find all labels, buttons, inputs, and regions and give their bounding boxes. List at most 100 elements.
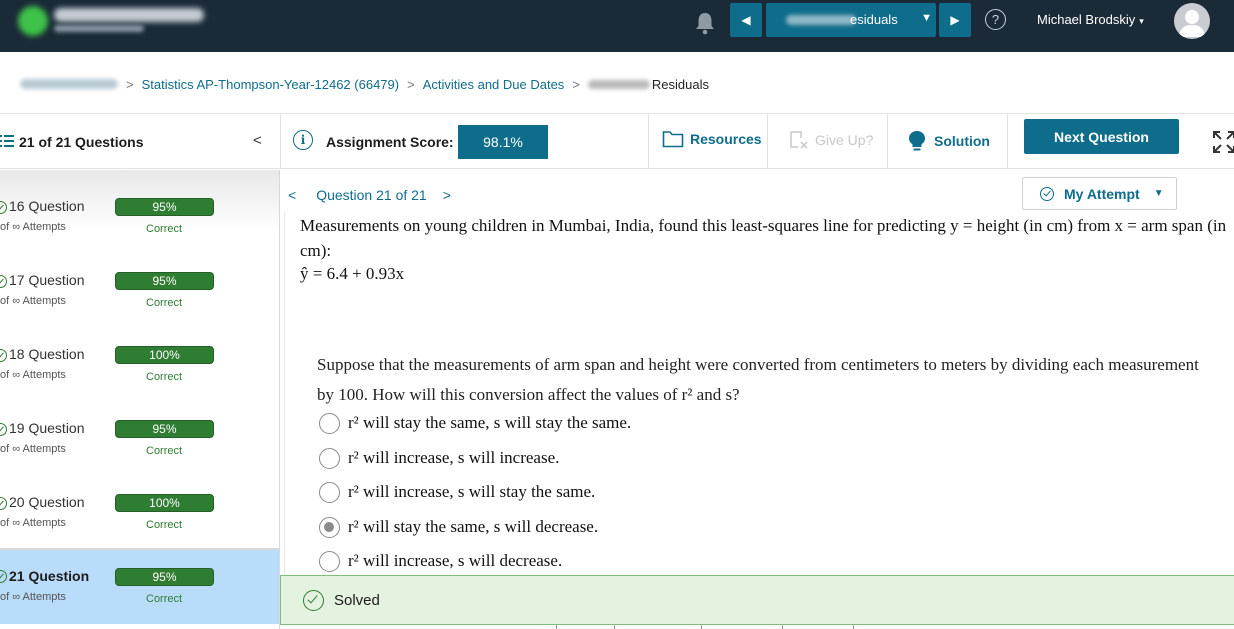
question-status: Correct (146, 519, 183, 531)
radio-button[interactable] (319, 550, 340, 572)
answer-option[interactable]: r² will increase, s will stay the same. (319, 480, 595, 504)
answer-option-text: r² will increase, s will increase. (348, 448, 560, 467)
lightbulb-icon (909, 131, 925, 151)
help-icon[interactable]: ? (985, 9, 1006, 30)
assignment-toolbar: i Assignment Score: 98.1% Resources Give… (280, 113, 1234, 169)
give-up-button[interactable]: Give Up? (789, 130, 873, 150)
answer-option-text: r² will increase, s will stay the same. (348, 482, 596, 501)
answer-option-text: r² will stay the same, s will stay the s… (348, 413, 632, 432)
breadcrumb: > Statistics AP-Thompson-Year-12462 (664… (20, 75, 709, 93)
logo-wordmark-blurred (54, 8, 204, 22)
check-circle-icon (0, 349, 7, 362)
assignment-score-label: Assignment Score: (326, 134, 454, 150)
resources-label: Resources (690, 131, 762, 147)
logo-tagline-blurred (54, 25, 144, 32)
user-name: Michael Brodskiy (1037, 12, 1136, 27)
question-title: 18 Question (9, 346, 85, 362)
previous-question-icon[interactable]: < (288, 187, 296, 203)
assignment-select[interactable]: esiduals ▼ (766, 3, 936, 37)
question-stem: Measurements on young children in Mumbai… (300, 216, 1227, 260)
bottom-tick-marks (556, 625, 856, 629)
solution-button[interactable]: Solution (908, 130, 990, 152)
question-prompt: Suppose that the measurements of arm spa… (317, 355, 1199, 404)
regression-equation: ŷ = 6.4 + 0.93x (300, 264, 405, 283)
check-circle-icon (0, 201, 7, 214)
info-icon[interactable]: i (293, 130, 313, 150)
assignment-select-label: esiduals (850, 12, 898, 27)
question-score-bar: 95% (115, 568, 214, 586)
answer-option[interactable]: r² will increase, s will decrease. (319, 549, 562, 573)
question-score-bar: 95% (115, 420, 214, 438)
my-attempt-dropdown[interactable]: My Attempt ▼ (1022, 177, 1177, 210)
next-question-button[interactable]: Next Question (1024, 119, 1179, 154)
question-position-label[interactable]: Question 21 of 21 (316, 187, 427, 203)
assignment-name-blurred (786, 15, 856, 25)
solved-status-banner: Solved (280, 575, 1234, 625)
radio-button[interactable] (319, 412, 340, 434)
user-menu[interactable]: Michael Brodskiy ▾ (1037, 12, 1144, 27)
question-title: 20 Question (9, 494, 85, 510)
answer-option-selected[interactable]: r² will stay the same, s will decrease. (319, 515, 598, 539)
breadcrumb-root-blurred[interactable] (20, 79, 118, 89)
next-assignment-button[interactable]: ▶ (939, 3, 971, 37)
toolbar-divider (1007, 114, 1008, 169)
answer-option-text: r² will stay the same, s will decrease. (348, 517, 599, 536)
question-attempts: of ∞ Attempts (0, 591, 66, 603)
question-navigator: < Question 21 of 21 > (288, 185, 451, 205)
question-title: 16 Question (9, 198, 85, 214)
breadcrumb-current-blurred (587, 79, 650, 89)
previous-assignment-button[interactable]: ◀ (730, 3, 762, 37)
question-count-title: 21 of 21 Questions (19, 134, 144, 150)
expand-fullscreen-icon[interactable] (1213, 131, 1234, 153)
breadcrumb-separator: > (126, 76, 134, 92)
chevron-down-icon: ▾ (1139, 16, 1144, 26)
check-circle-icon (303, 589, 324, 611)
my-attempt-label: My Attempt (1064, 185, 1140, 202)
caret-down-icon: ▼ (1153, 188, 1164, 199)
check-circle-icon (1040, 186, 1054, 201)
question-status: Correct (146, 593, 183, 605)
breadcrumb-separator: > (407, 76, 415, 92)
question-title: 17 Question (9, 272, 85, 288)
breadcrumb-separator: > (572, 76, 580, 92)
question-list-item-active[interactable]: 21 Question of ∞ Attempts 95% Correct (0, 548, 279, 624)
brand-logo[interactable] (18, 4, 208, 36)
radio-button[interactable] (319, 447, 340, 469)
breadcrumb-activities-link[interactable]: Activities and Due Dates (423, 77, 565, 92)
folder-icon (662, 131, 684, 148)
answer-option[interactable]: r² will stay the same, s will stay the s… (319, 411, 631, 435)
radio-button[interactable] (319, 481, 340, 503)
question-attempts: of ∞ Attempts (0, 369, 66, 381)
user-silhouette-icon (1179, 10, 1205, 37)
question-score-bar: 100% (115, 346, 214, 364)
caret-down-icon: ▼ (921, 12, 932, 24)
question-score-bar: 95% (115, 198, 214, 216)
answer-option[interactable]: r² will increase, s will increase. (319, 446, 559, 470)
radio-button-selected[interactable] (319, 516, 340, 538)
answer-option-text: r² will increase, s will decrease. (348, 551, 563, 570)
notifications-bell-icon[interactable] (694, 11, 716, 35)
solution-label: Solution (934, 133, 990, 149)
question-list-item[interactable]: 16 Question of ∞ Attempts 95% Correct (0, 198, 279, 274)
give-up-icon (790, 131, 808, 149)
question-list-item[interactable]: 17 Question of ∞ Attempts 95% Correct (0, 272, 279, 348)
question-attempts: of ∞ Attempts (0, 517, 66, 529)
toolbar-divider (648, 114, 649, 169)
collapse-sidebar-icon[interactable]: < (253, 132, 262, 149)
check-circle-icon (0, 570, 7, 583)
question-attempts: of ∞ Attempts (0, 443, 66, 455)
resources-button[interactable]: Resources (662, 130, 762, 148)
breadcrumb-course-link[interactable]: Statistics AP-Thompson-Year-12462 (66479… (142, 77, 400, 92)
question-title: 19 Question (9, 420, 85, 436)
question-status: Correct (146, 371, 183, 383)
question-score-bar: 95% (115, 272, 214, 290)
next-question-icon[interactable]: > (443, 187, 451, 203)
avatar[interactable] (1174, 3, 1210, 39)
question-list-header: 21 of 21 Questions < (0, 113, 280, 169)
question-status: Correct (146, 297, 183, 309)
question-list-item[interactable]: 19 Question of ∞ Attempts 95% Correct (0, 420, 279, 496)
assignment-score-badge: 98.1% (458, 125, 548, 159)
content-border (284, 212, 285, 574)
check-circle-icon (0, 275, 7, 288)
question-list-item[interactable]: 18 Question of ∞ Attempts 100% Correct (0, 346, 279, 422)
